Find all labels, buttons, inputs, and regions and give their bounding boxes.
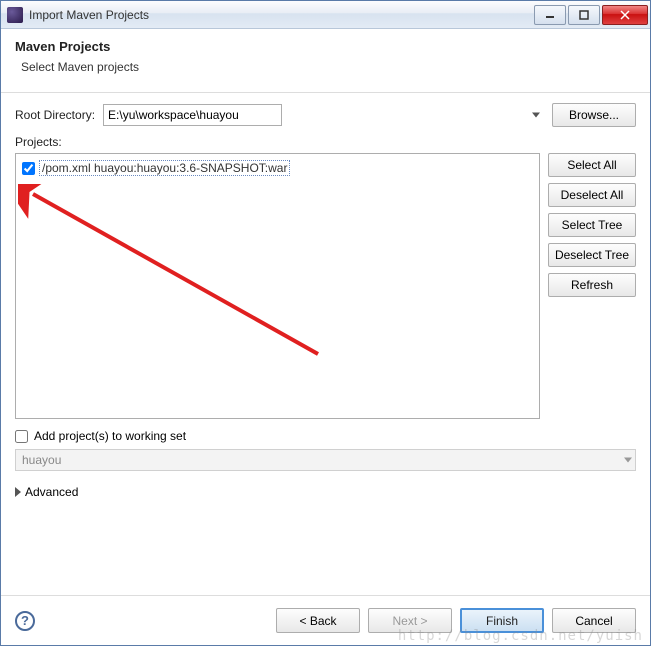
root-directory-input[interactable]: [103, 104, 282, 126]
dialog-window: Import Maven Projects Maven Projects Sel…: [0, 0, 651, 646]
finish-button[interactable]: Finish: [460, 608, 544, 633]
titlebar: Import Maven Projects: [1, 1, 650, 29]
refresh-button[interactable]: Refresh: [548, 273, 636, 297]
window-controls: [532, 5, 648, 25]
projects-label: Projects:: [15, 135, 636, 149]
working-set-combo: [15, 449, 636, 471]
project-checkbox[interactable]: [22, 162, 35, 175]
footer: ? < Back Next > Finish Cancel: [1, 595, 650, 645]
browse-button[interactable]: Browse...: [552, 103, 636, 127]
root-directory-combo[interactable]: [103, 104, 544, 126]
project-label[interactable]: /pom.xml huayou:huayou:3.6-SNAPSHOT:war: [39, 160, 290, 176]
working-set-section: Add project(s) to working set: [15, 429, 636, 471]
projects-list[interactable]: /pom.xml huayou:huayou:3.6-SNAPSHOT:war: [15, 153, 540, 419]
working-set-row: Add project(s) to working set: [15, 429, 636, 443]
working-set-input: [15, 449, 636, 471]
deselect-all-button[interactable]: Deselect All: [548, 183, 636, 207]
back-button[interactable]: < Back: [276, 608, 360, 633]
page-subtitle: Select Maven projects: [21, 60, 636, 74]
working-set-checkbox[interactable]: [15, 430, 28, 443]
help-icon[interactable]: ?: [15, 611, 35, 631]
body: Root Directory: Browse... Projects: /pom…: [1, 93, 650, 595]
select-tree-button[interactable]: Select Tree: [548, 213, 636, 237]
cancel-button[interactable]: Cancel: [552, 608, 636, 633]
deselect-tree-button[interactable]: Deselect Tree: [548, 243, 636, 267]
advanced-label: Advanced: [25, 485, 78, 499]
minimize-button[interactable]: [534, 5, 566, 25]
header: Maven Projects Select Maven projects: [1, 29, 650, 93]
window-title: Import Maven Projects: [29, 8, 532, 22]
eclipse-icon: [7, 7, 23, 23]
next-button: Next >: [368, 608, 452, 633]
advanced-toggle[interactable]: Advanced: [15, 485, 636, 499]
project-item[interactable]: /pom.xml huayou:huayou:3.6-SNAPSHOT:war: [22, 160, 533, 176]
root-directory-row: Root Directory: Browse...: [15, 103, 636, 127]
root-directory-label: Root Directory:: [15, 108, 95, 122]
projects-side-buttons: Select All Deselect All Select Tree Dese…: [548, 153, 636, 419]
page-title: Maven Projects: [15, 39, 636, 54]
select-all-button[interactable]: Select All: [548, 153, 636, 177]
close-button[interactable]: [602, 5, 648, 25]
projects-area: /pom.xml huayou:huayou:3.6-SNAPSHOT:war …: [15, 153, 636, 419]
triangle-right-icon: [15, 487, 21, 497]
working-set-label: Add project(s) to working set: [34, 429, 186, 443]
chevron-down-icon: [532, 113, 540, 118]
maximize-button[interactable]: [568, 5, 600, 25]
